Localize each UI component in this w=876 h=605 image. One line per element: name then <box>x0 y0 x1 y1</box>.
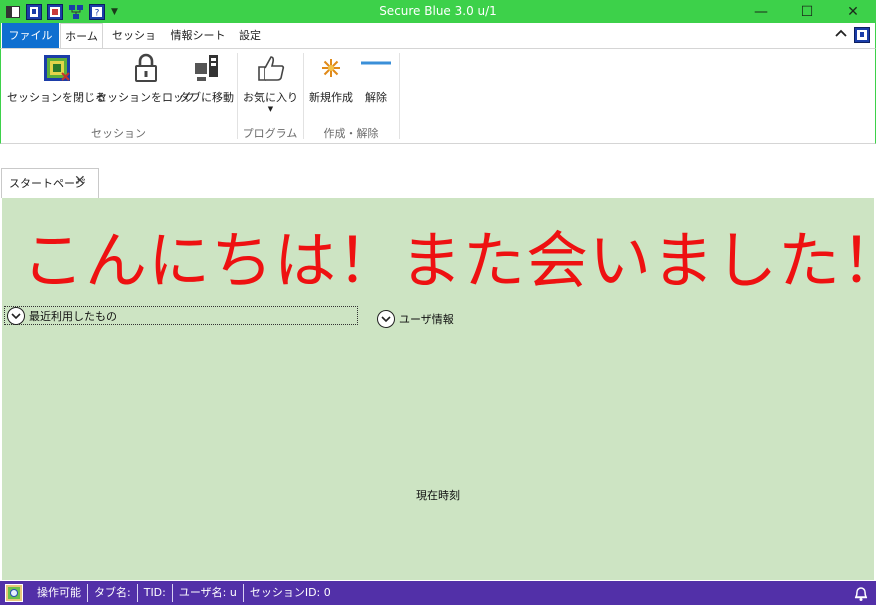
minimize-button[interactable]: — <box>738 0 784 23</box>
title-bar: ? ▼ Secure Blue 3.0 u/1 — ☐ ✕ <box>0 0 876 23</box>
ribbon-panel: セッションを閉じる セッションをロック タブに移動 セッション お気に入り ▼ … <box>0 48 876 144</box>
close-tab-icon[interactable]: ✕ <box>74 173 86 189</box>
close-session-icon <box>42 53 72 83</box>
tab-info-sheet[interactable]: 情報シート <box>167 23 229 48</box>
maximize-button[interactable]: ☐ <box>784 0 830 23</box>
recent-items-label: 最近利用したもの <box>29 309 117 323</box>
lock-icon <box>131 53 161 83</box>
line-icon <box>361 53 391 83</box>
sparkle-icon <box>316 53 346 83</box>
quick-access-toolbar: ? ▼ <box>4 3 118 20</box>
favorites-dropdown-icon: ▼ <box>267 105 274 113</box>
start-page: こんにちは！また会いました！ 最近利用したもの ユーザ情報 現在時刻 <box>2 198 876 580</box>
group-label-session: セッション <box>91 127 146 140</box>
tab-settings[interactable]: 設定 <box>233 23 267 48</box>
close-session-icon[interactable] <box>25 3 42 20</box>
help-book-icon[interactable]: ? <box>88 3 105 20</box>
group-label-program: プログラム <box>242 127 298 140</box>
bell-icon[interactable] <box>852 584 870 602</box>
tab-session[interactable]: セッション <box>107 23 161 67</box>
group-label-create-release: 作成・解除 <box>323 127 379 140</box>
chevron-down-icon[interactable] <box>7 306 25 325</box>
chevron-down-icon[interactable] <box>377 310 395 328</box>
favorites-button[interactable]: お気に入り ▼ <box>243 53 298 113</box>
recent-items-section[interactable]: 最近利用したもの <box>4 306 358 325</box>
close-session-button[interactable]: セッションを閉じる <box>7 53 106 105</box>
customize-toolbar-dropdown-icon[interactable]: ▼ <box>111 7 118 17</box>
status-bar: 操作可能 タブ名: TID: ユーザ名: u セッションID: 0 <box>0 581 876 605</box>
tab-home[interactable]: ホーム <box>60 23 103 49</box>
help-icon[interactable] <box>854 27 870 43</box>
current-time-label: 現在時刻 <box>416 489 460 502</box>
window-icon[interactable] <box>4 3 21 20</box>
user-info-label: ユーザ情報 <box>399 313 454 326</box>
create-new-button[interactable]: 新規作成 <box>309 53 353 105</box>
group-separator <box>399 53 400 139</box>
tab-file[interactable]: ファイル <box>2 23 59 48</box>
svg-text:?: ? <box>94 8 99 18</box>
move-to-tab-button[interactable]: タブに移動 <box>179 53 234 105</box>
status-session-id: セッションID: 0 <box>249 586 331 599</box>
ribbon-tab-strip: ファイル ホーム セッション 情報シート 設定 <box>0 23 876 67</box>
network-icon[interactable] <box>67 3 84 20</box>
user-info-section[interactable]: ユーザ情報 <box>377 310 454 328</box>
release-button[interactable]: 解除 <box>361 53 391 105</box>
close-button[interactable]: ✕ <box>830 0 876 23</box>
tab-start-page[interactable]: スタートページ ✕ <box>1 168 99 198</box>
greeting-text: こんにちは！また会いました！ <box>22 224 876 297</box>
status-tab-name: タブ名: <box>88 584 138 602</box>
thumbs-up-icon <box>256 53 286 83</box>
session-icon[interactable] <box>46 3 63 20</box>
status-app-icon <box>5 584 23 602</box>
move-to-tab-icon <box>192 53 222 83</box>
status-tid: TID: <box>138 584 173 602</box>
status-state: 操作可能 <box>31 584 88 602</box>
status-user-name: ユーザ名: u <box>173 584 244 602</box>
collapse-ribbon-icon[interactable] <box>833 26 849 44</box>
